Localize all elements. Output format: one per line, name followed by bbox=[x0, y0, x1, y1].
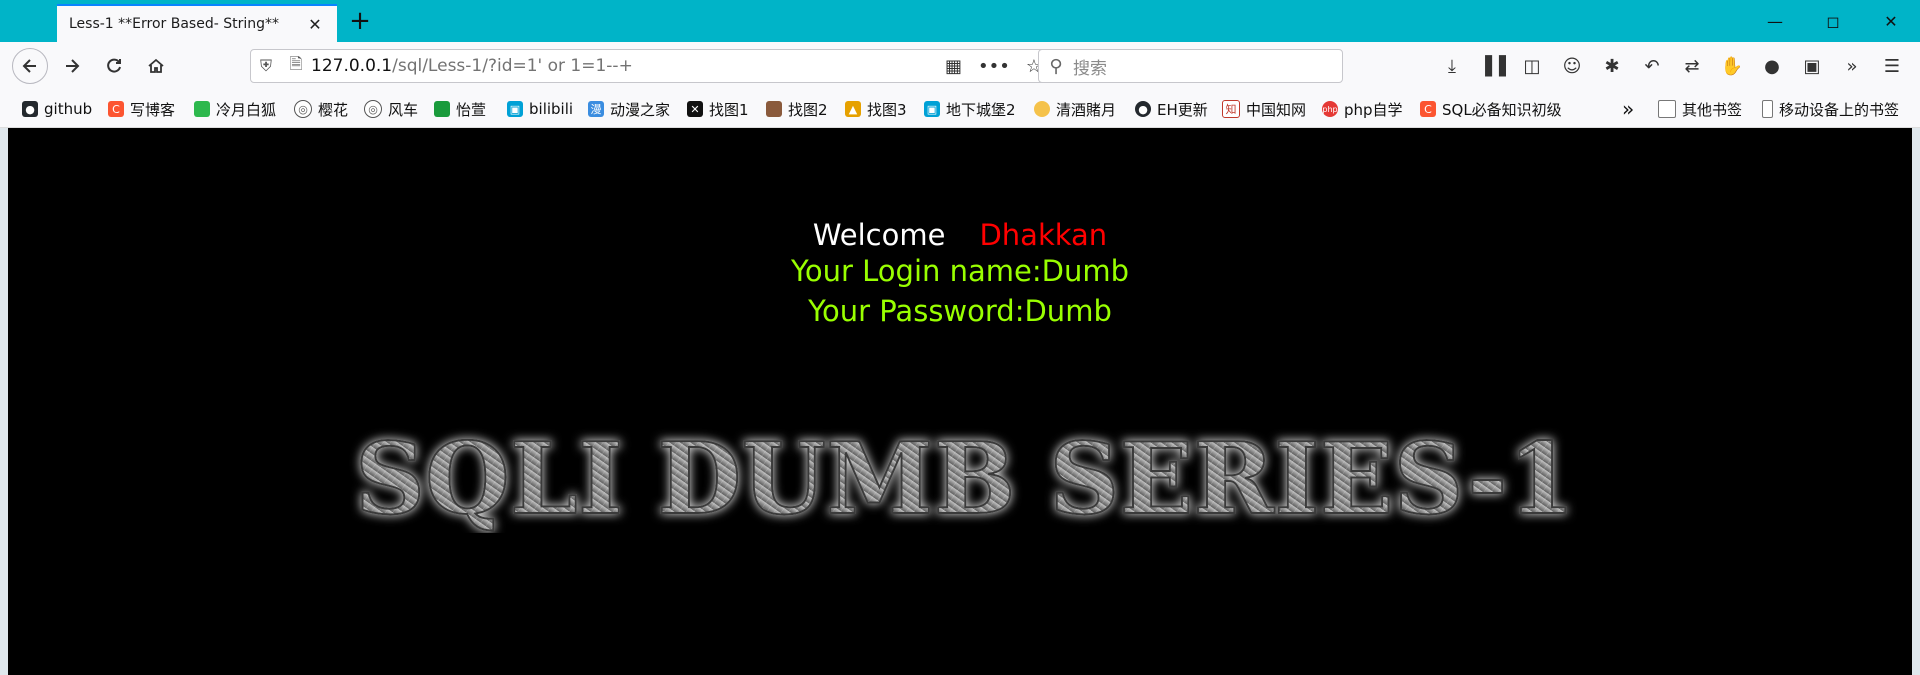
login-name-line: Your Login name:Dumb bbox=[791, 254, 1129, 288]
phone-icon bbox=[1762, 100, 1773, 118]
search-box[interactable]: ⚲ 搜索 bbox=[1038, 49, 1343, 83]
bookmark-yixuan[interactable]: 怡萱 bbox=[434, 98, 486, 120]
tab-title: Less-1 **Error Based- String** bbox=[69, 16, 279, 32]
menu-icon[interactable]: ☰ bbox=[1872, 49, 1912, 83]
downloads-icon[interactable]: ⤓ bbox=[1432, 49, 1472, 83]
close-tab-icon[interactable]: ✕ bbox=[305, 14, 325, 34]
container-icon[interactable]: ▣ bbox=[1792, 49, 1832, 83]
globe-icon: ◎ bbox=[364, 100, 382, 118]
forward-button[interactable] bbox=[54, 48, 90, 84]
bookmark-write-blog[interactable]: C 写博客 bbox=[108, 98, 175, 120]
bookmark-github[interactable]: ● github bbox=[22, 98, 92, 120]
github-icon: ● bbox=[22, 101, 38, 117]
translate-icon[interactable]: ⇄ bbox=[1672, 49, 1712, 83]
page-content: Welcome Dhakkan Your Login name:Dumb Your… bbox=[8, 128, 1912, 675]
extension-icon[interactable]: ● bbox=[1752, 49, 1792, 83]
url-host: 127.0.0.1 bbox=[311, 56, 393, 76]
more-actions-icon[interactable]: ••• bbox=[978, 56, 1010, 77]
username: Dhakkan bbox=[979, 218, 1108, 252]
sidebar-icon[interactable]: ◫ bbox=[1512, 49, 1552, 83]
navigation-toolbar: ⛨ 🗎 127.0.0.1/sql/Less-1/?id=1' or 1=1--… bbox=[0, 42, 1920, 90]
csdn-icon: C bbox=[1420, 101, 1436, 117]
url-text[interactable]: 127.0.0.1/sql/Less-1/?id=1' or 1=1--+ bbox=[311, 56, 945, 76]
home-icon bbox=[148, 58, 164, 73]
bookmark-find-image-3[interactable]: ▲ 找图3 bbox=[845, 98, 907, 120]
folder-icon bbox=[1658, 100, 1676, 118]
dmzj-icon: 漫 bbox=[588, 101, 604, 117]
undo-icon[interactable]: ↶ bbox=[1632, 49, 1672, 83]
bookmark-sql-basics[interactable]: C SQL必备知识初级 bbox=[1420, 98, 1562, 120]
welcome-label: Welcome bbox=[812, 218, 946, 252]
title-bar: Less-1 **Error Based- String** ✕ + — ◻ ✕ bbox=[0, 0, 1920, 42]
avatar-icon bbox=[766, 101, 782, 117]
close-window-button[interactable]: ✕ bbox=[1862, 0, 1920, 42]
bookmark-cnki[interactable]: 知中国知网 bbox=[1222, 98, 1306, 120]
password-line: Your Password:Dumb bbox=[808, 294, 1112, 328]
bookmark-dmzj[interactable]: 漫动漫之家 bbox=[588, 98, 670, 120]
toolbar-icons: ⤓ ▐▐ ◫ ☺ ✱ ↶ ⇄ ✋ ● ▣ » ☰ bbox=[1432, 49, 1912, 83]
bilibili-icon: ▣ bbox=[507, 101, 523, 117]
bookmark-eh-update[interactable]: ● EH更新 bbox=[1135, 98, 1208, 120]
browser-window: Less-1 **Error Based- String** ✕ + — ◻ ✕… bbox=[0, 0, 1920, 675]
bookmarks-overflow-chevron-icon[interactable]: » bbox=[1622, 97, 1634, 121]
welcome-line: Welcome Dhakkan bbox=[8, 218, 1912, 252]
active-tab[interactable]: Less-1 **Error Based- String** ✕ bbox=[57, 4, 337, 42]
bookmark-dungeon-2[interactable]: ▣ 地下城堡2 bbox=[924, 98, 1016, 120]
php-icon: php bbox=[1322, 101, 1338, 117]
bookmark-mobile[interactable]: 移动设备上的书签 bbox=[1762, 98, 1899, 120]
maximize-button[interactable]: ◻ bbox=[1804, 0, 1862, 42]
globe-icon: ◎ bbox=[294, 100, 312, 118]
minimize-button[interactable]: — bbox=[1746, 0, 1804, 42]
bookmark-lengyue[interactable]: 冷月白狐 bbox=[194, 98, 276, 120]
overflow-chevron-icon[interactable]: » bbox=[1832, 49, 1872, 83]
screenshot-icon[interactable]: ✱ bbox=[1592, 49, 1632, 83]
leaf-icon bbox=[194, 101, 210, 117]
sqli-dumb-series-banner: SQLI DUMB SERIES-1 bbox=[354, 421, 1576, 533]
bilibili-icon: ▣ bbox=[924, 101, 940, 117]
window-controls: — ◻ ✕ bbox=[1746, 0, 1920, 42]
search-icon: ⚲ bbox=[1049, 55, 1063, 77]
csdn-icon: C bbox=[108, 101, 124, 117]
banner-text: SQLI DUMB SERIES-1 bbox=[355, 422, 1575, 533]
reload-button[interactable] bbox=[96, 48, 132, 84]
account-icon[interactable]: ☺ bbox=[1552, 49, 1592, 83]
image-icon: ▲ bbox=[845, 101, 861, 117]
bookmark-qingjiu[interactable]: 清酒賭月 bbox=[1034, 98, 1116, 120]
bookmark-php[interactable]: php php自学 bbox=[1322, 98, 1403, 120]
bookmarks-bar: ● github C 写博客 冷月白狐 ◎ 樱花 ◎ 风车 怡萱 ▣ bilibili 漫… bbox=[0, 90, 1920, 128]
x-icon: ✕ bbox=[687, 101, 703, 117]
address-bar[interactable]: ⛨ 🗎 127.0.0.1/sql/Less-1/?id=1' or 1=1--… bbox=[250, 49, 1055, 83]
bookmark-find-image-2[interactable]: 找图2 bbox=[766, 98, 828, 120]
bookmark-other[interactable]: 其他书签 bbox=[1658, 98, 1742, 120]
bookmark-bilibili[interactable]: ▣ bilibili bbox=[507, 98, 573, 120]
url-path: /sql/Less-1/?id=1' or 1=1--+ bbox=[392, 56, 633, 76]
adblock-icon[interactable]: ✋ bbox=[1712, 49, 1752, 83]
bookmark-sakura[interactable]: ◎ 樱花 bbox=[294, 98, 348, 120]
back-button[interactable] bbox=[12, 48, 48, 84]
shield-icon[interactable]: ⛨ bbox=[251, 56, 281, 76]
moon-icon bbox=[1034, 101, 1050, 117]
library-icon[interactable]: ▐▐ bbox=[1472, 49, 1512, 83]
bookmark-find-image-1[interactable]: ✕ 找图1 bbox=[687, 98, 749, 120]
page-icon[interactable]: 🗎 bbox=[281, 53, 311, 80]
cnki-icon: 知 bbox=[1222, 100, 1240, 118]
search-placeholder: 搜索 bbox=[1073, 58, 1107, 79]
arrow-right-icon bbox=[66, 59, 80, 73]
home-button[interactable] bbox=[138, 48, 174, 84]
qr-code-icon[interactable]: ▦ bbox=[945, 56, 962, 77]
arrow-left-icon bbox=[22, 59, 36, 73]
github-icon: ● bbox=[1135, 101, 1151, 117]
new-tab-button[interactable]: + bbox=[345, 6, 375, 36]
reload-icon bbox=[107, 58, 121, 73]
bookmark-fengche[interactable]: ◎ 风车 bbox=[364, 98, 418, 120]
leaf-icon bbox=[434, 101, 450, 117]
